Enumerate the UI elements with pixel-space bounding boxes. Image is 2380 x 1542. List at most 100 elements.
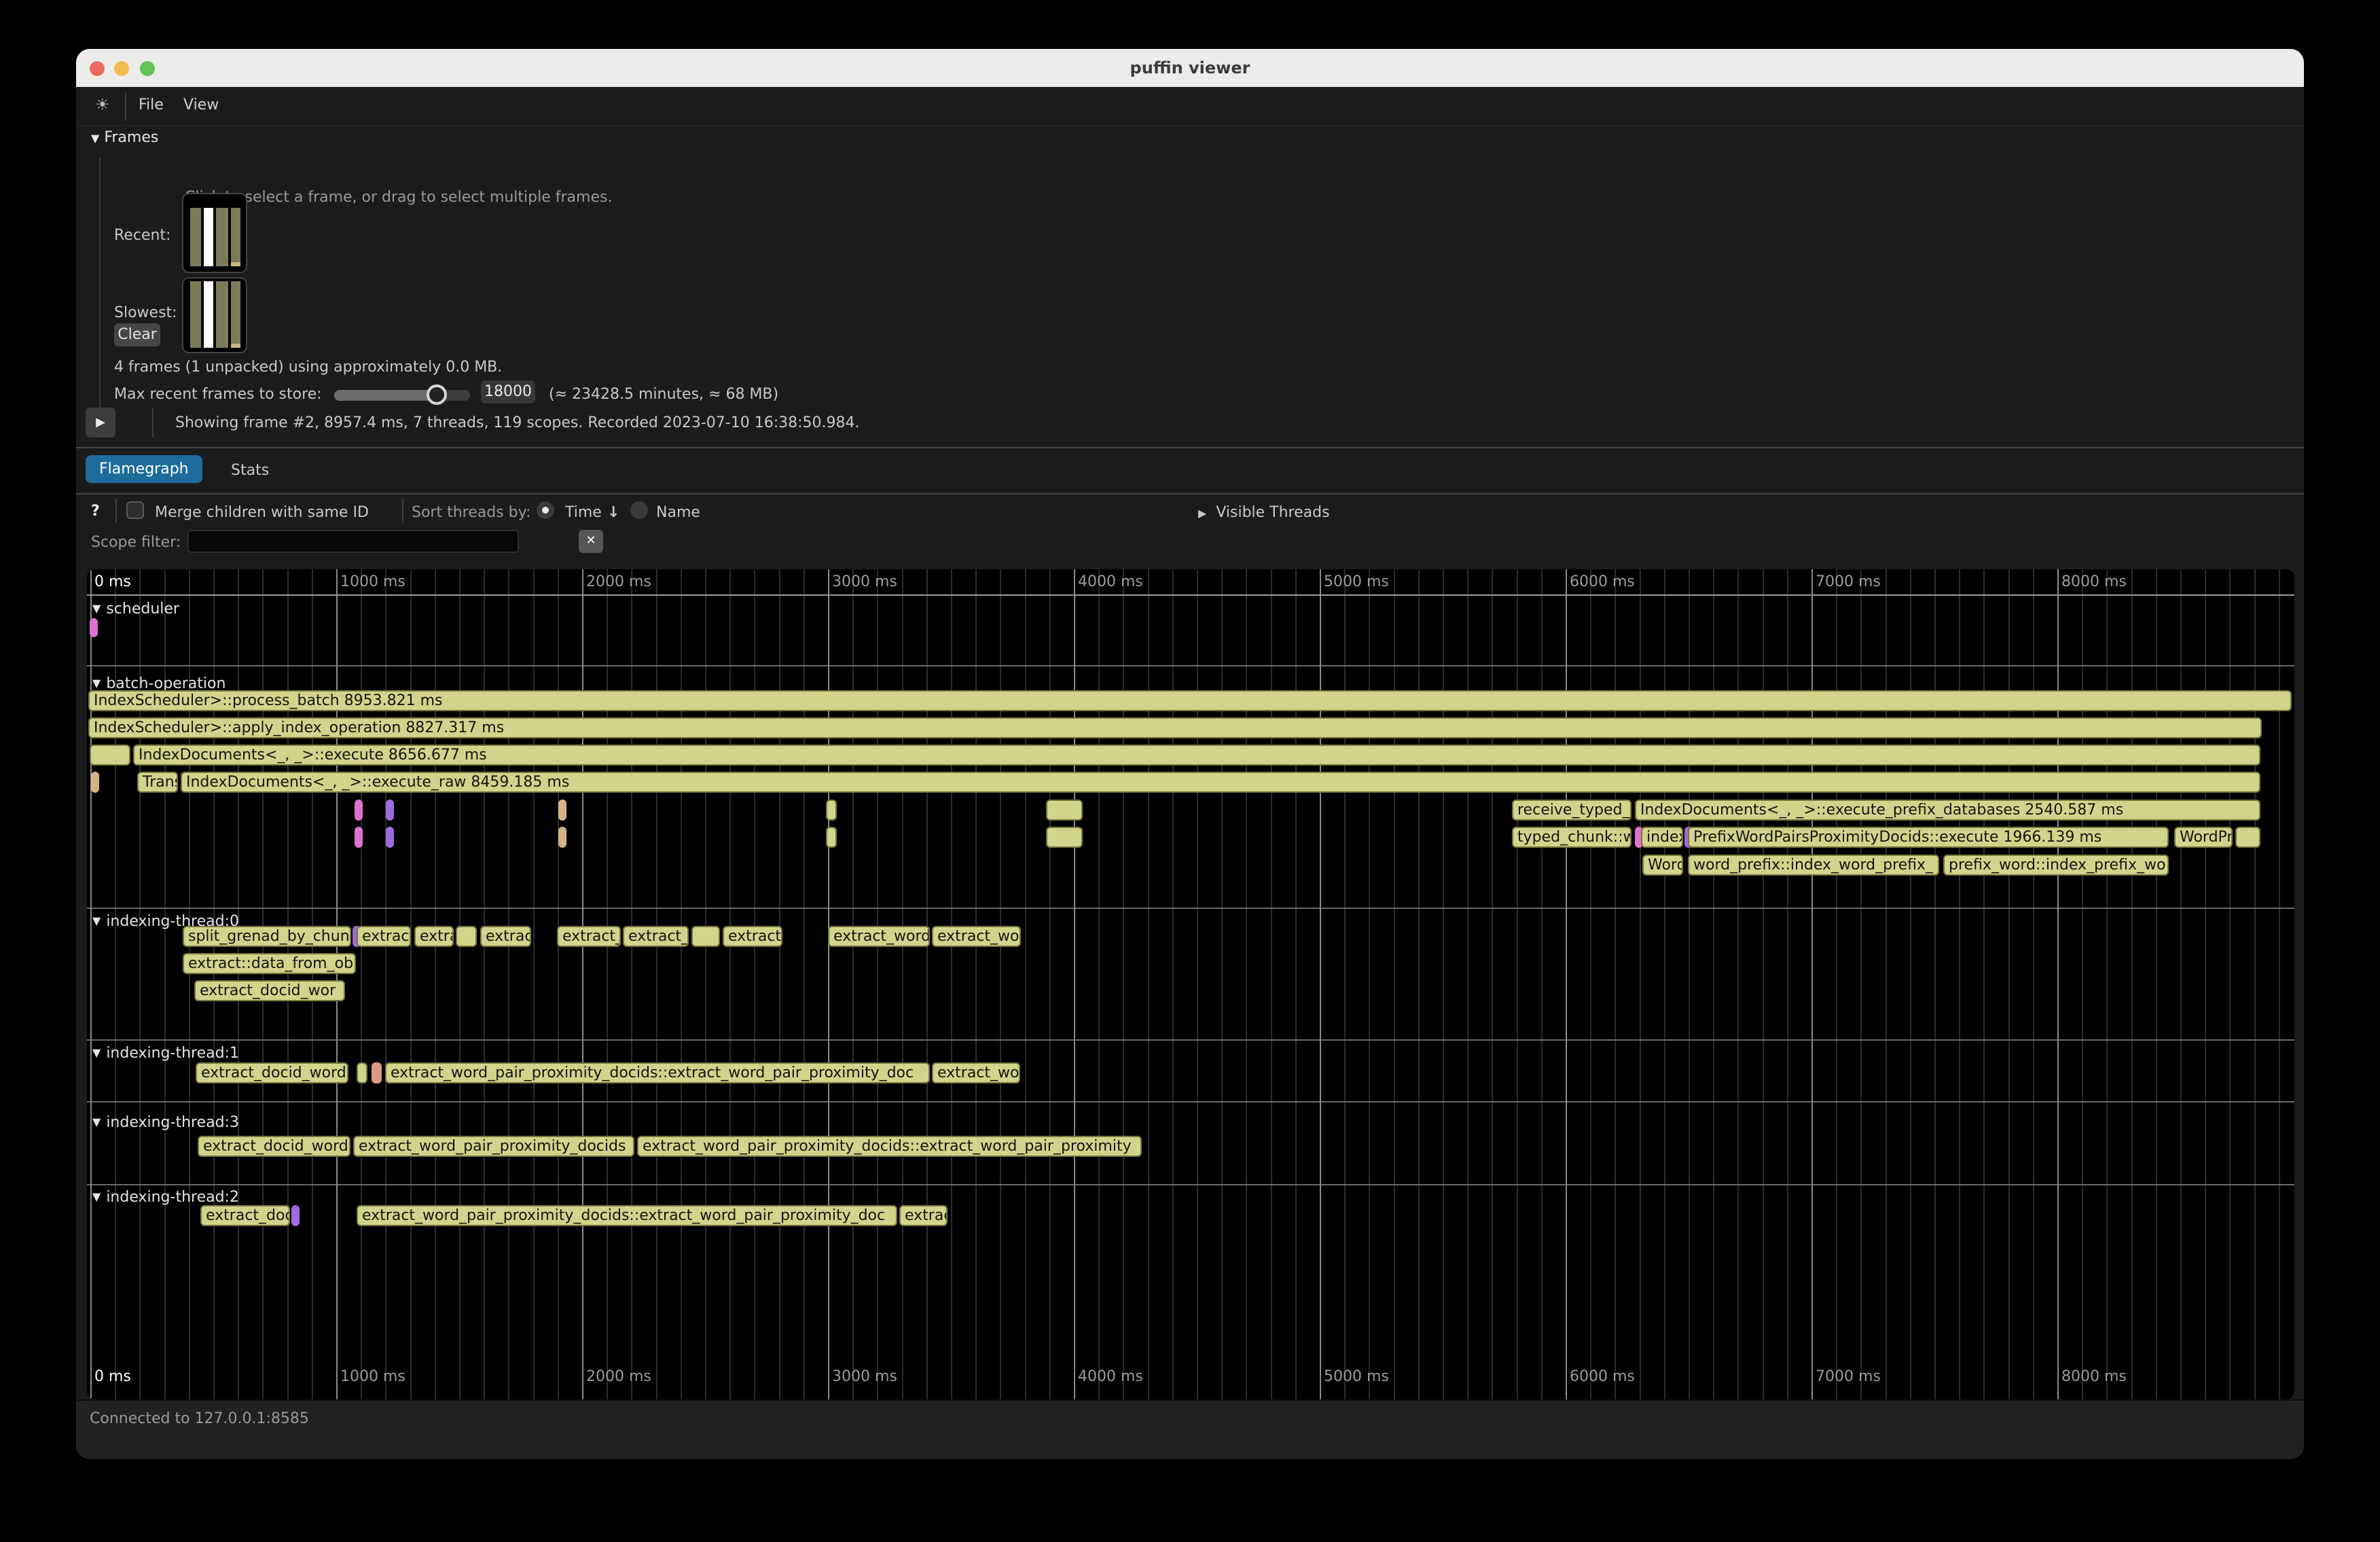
recent-label: Recent:	[114, 227, 170, 244]
axis-tick-label: 7000 ms	[1816, 1368, 1881, 1385]
scope-bar[interactable]: extract_word_pair_proximity_docids::extr…	[637, 1136, 1142, 1157]
scope-bar[interactable]: Word	[1642, 855, 1683, 876]
scope-bar[interactable]: extract	[357, 926, 411, 947]
slowest-frame-thumbnail[interactable]	[182, 277, 247, 353]
thread-header[interactable]: ▼scheduler	[92, 600, 179, 617]
scope-bar[interactable]	[826, 827, 837, 848]
scope-bar[interactable]	[1046, 827, 1083, 848]
menu-divider	[125, 92, 126, 121]
slider-knob[interactable]	[427, 384, 447, 405]
tab-flamegraph[interactable]: Flamegraph	[86, 455, 202, 483]
scope-filter-input[interactable]	[187, 530, 519, 553]
thread-header[interactable]: ▼indexing-thread:1	[92, 1045, 239, 1062]
max-frames-slider[interactable]	[334, 390, 470, 401]
section-separator	[87, 1184, 2294, 1185]
play-button[interactable]: ▶	[86, 408, 115, 437]
scope-bar[interactable]: IndexDocuments<_, _>::execute 8656.677 m…	[133, 745, 2260, 766]
frames-usage: 4 frames (1 unpacked) using approximatel…	[114, 359, 502, 376]
window-title: puffin viewer	[76, 58, 2304, 77]
scope-bar[interactable]	[826, 800, 837, 821]
sort-time-label[interactable]: Time	[565, 504, 602, 521]
sort-name-radio[interactable]	[630, 501, 648, 519]
scope-bar[interactable]: extract_wo	[932, 926, 1021, 947]
scope-bar[interactable]: IndexDocuments<_, _>::execute_prefix_dat…	[1635, 800, 2260, 821]
scope-bar[interactable]	[372, 1062, 382, 1083]
help-button[interactable]: ?	[91, 503, 100, 520]
frames-section-header[interactable]: ▼ Frames	[91, 129, 158, 146]
collapse-triangle-icon: ▼	[92, 677, 101, 689]
scope-bar[interactable]: Trans	[137, 772, 178, 793]
scope-bar[interactable]	[456, 926, 477, 947]
scope-bar[interactable]: receive_typed_	[1512, 800, 1631, 821]
section-separator	[87, 1039, 2294, 1041]
scope-bar[interactable]: extrac	[899, 1205, 948, 1226]
scope-bar[interactable]: index	[1641, 827, 1683, 848]
menu-file[interactable]: File	[139, 96, 164, 113]
clear-button[interactable]: Clear	[114, 323, 160, 346]
collapse-triangle-icon: ▼	[92, 602, 101, 615]
scope-bar[interactable]	[90, 745, 130, 766]
sort-name-label[interactable]: Name	[656, 504, 700, 521]
scope-bar[interactable]: extract_word_pair_proximity_docids	[353, 1136, 634, 1157]
collapse-triangle-icon: ▼	[92, 1190, 101, 1203]
scope-bar[interactable]	[386, 827, 394, 848]
scope-bar[interactable]: extra	[414, 926, 454, 947]
sort-direction-arrow-icon[interactable]: ↓	[607, 504, 619, 521]
scope-bar[interactable]: extract_doc	[200, 1205, 290, 1226]
scope-bar[interactable]	[355, 827, 363, 848]
section-separator	[87, 1101, 2294, 1102]
thread-header[interactable]: ▼indexing-thread:3	[92, 1114, 239, 1131]
scope-bar[interactable]: prefix_word::index_prefix_wo	[1943, 855, 2169, 876]
scope-bar[interactable]	[291, 1205, 300, 1226]
max-frames-value[interactable]: 18000	[481, 380, 535, 404]
scope-bar[interactable]: extract_	[557, 926, 621, 947]
scope-bar[interactable]: extract_docid_wor	[194, 980, 345, 1001]
scope-bar[interactable]	[691, 926, 720, 947]
sort-time-radio[interactable]	[537, 501, 554, 519]
scope-bar[interactable]: extract_docid_word	[198, 1136, 350, 1157]
screen: puffin viewer ☀ File View ▼ Frames Click…	[0, 0, 2380, 1542]
tab-stats[interactable]: Stats	[231, 462, 269, 479]
scope-bar[interactable]: extrac	[480, 926, 531, 947]
scope-bar[interactable]: WordPr	[2174, 827, 2233, 848]
divider	[402, 499, 403, 523]
scope-bar[interactable]: IndexScheduler>::process_batch 8953.821 …	[88, 690, 2292, 711]
scope-bar[interactable]: extract_wo	[932, 1062, 1020, 1083]
scope-bar[interactable]: extract_word_pair_proximity_docids::extr…	[385, 1062, 930, 1083]
scope-bar[interactable]	[558, 827, 566, 848]
scope-bar[interactable]	[386, 800, 394, 821]
merge-children-checkbox[interactable]	[126, 501, 144, 519]
frame-bar	[231, 281, 240, 348]
scope-bar[interactable]: typed_chunk::w	[1512, 827, 1631, 848]
scope-bar[interactable]: extract_word_pair_proximity_docids::extr…	[357, 1205, 897, 1226]
scope-bar[interactable]: word_prefix::index_word_prefix_	[1688, 855, 1939, 876]
scope-bar[interactable]	[2235, 827, 2260, 848]
clear-filter-button[interactable]: ✕	[579, 530, 603, 553]
menu-view[interactable]: View	[183, 96, 219, 113]
scope-bar[interactable]: IndexDocuments<_, _>::execute_raw 8459.1…	[181, 772, 2260, 793]
scope-bar[interactable]	[558, 800, 566, 821]
scope-bar[interactable]: IndexScheduler>::apply_index_operation 8…	[88, 717, 2262, 738]
scope-bar[interactable]: extract_w	[623, 926, 689, 947]
frame-bar	[190, 281, 201, 348]
scope-bar[interactable]	[355, 800, 363, 821]
scope-bar[interactable]	[1046, 800, 1083, 821]
sun-icon[interactable]: ☀	[95, 95, 110, 114]
scope-bar[interactable]: split_grenad_by_chun	[183, 926, 351, 947]
scope-bar[interactable]	[91, 772, 99, 793]
scope-bar[interactable]: PrefixWordPairsProximityDocids::execute …	[1688, 827, 2169, 848]
scope-bar[interactable]: extract::data_from_ob	[183, 953, 356, 974]
flamegraph-canvas[interactable]: 0 ms0 ms1000 ms1000 ms2000 ms2000 ms3000…	[87, 569, 2294, 1399]
recent-frame-thumbnail[interactable]	[182, 193, 247, 273]
merge-children-label: Merge children with same ID	[155, 504, 369, 521]
visible-threads-header[interactable]: ▶ Visible Threads	[1198, 504, 1330, 521]
scope-filter-label: Scope filter:	[91, 534, 181, 551]
scope-bar[interactable]: extract	[723, 926, 782, 947]
scope-bar[interactable]: extract_word	[828, 926, 930, 947]
axis-tick-label: 3000 ms	[832, 1368, 897, 1385]
thread-header[interactable]: ▼indexing-thread:2	[92, 1189, 239, 1206]
scope-bar[interactable]	[357, 1062, 367, 1083]
scope-bar[interactable]: extract_docid_word	[196, 1062, 348, 1083]
frames-hint: Click to select a frame, or drag to sele…	[185, 189, 612, 206]
scope-bar[interactable]	[90, 618, 98, 637]
